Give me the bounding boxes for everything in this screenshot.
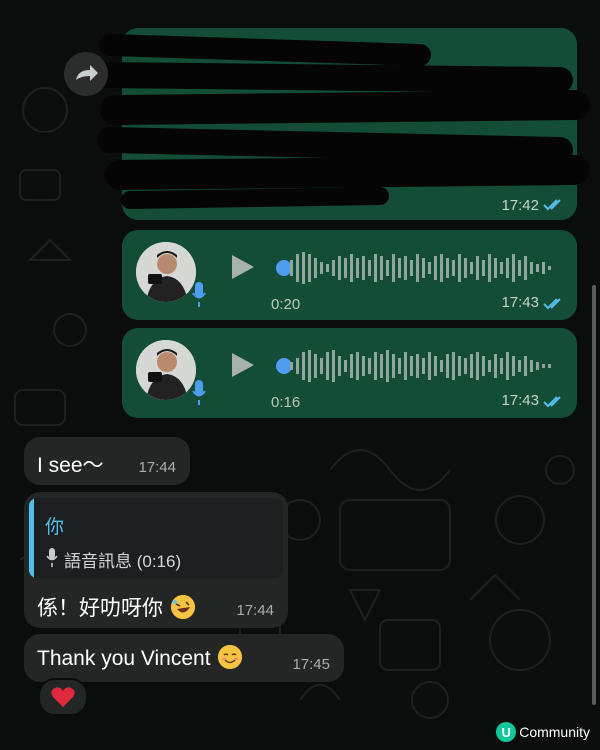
forward-icon[interactable] xyxy=(64,52,108,96)
scrollbar[interactable] xyxy=(592,285,596,705)
red-heart-emoji xyxy=(51,687,75,707)
redaction-scribble xyxy=(87,34,590,209)
reaction-badge[interactable] xyxy=(38,678,88,716)
community-logo-text: Community xyxy=(519,724,590,740)
community-logo-icon: U xyxy=(496,722,517,742)
community-watermark: U Community xyxy=(496,722,590,742)
